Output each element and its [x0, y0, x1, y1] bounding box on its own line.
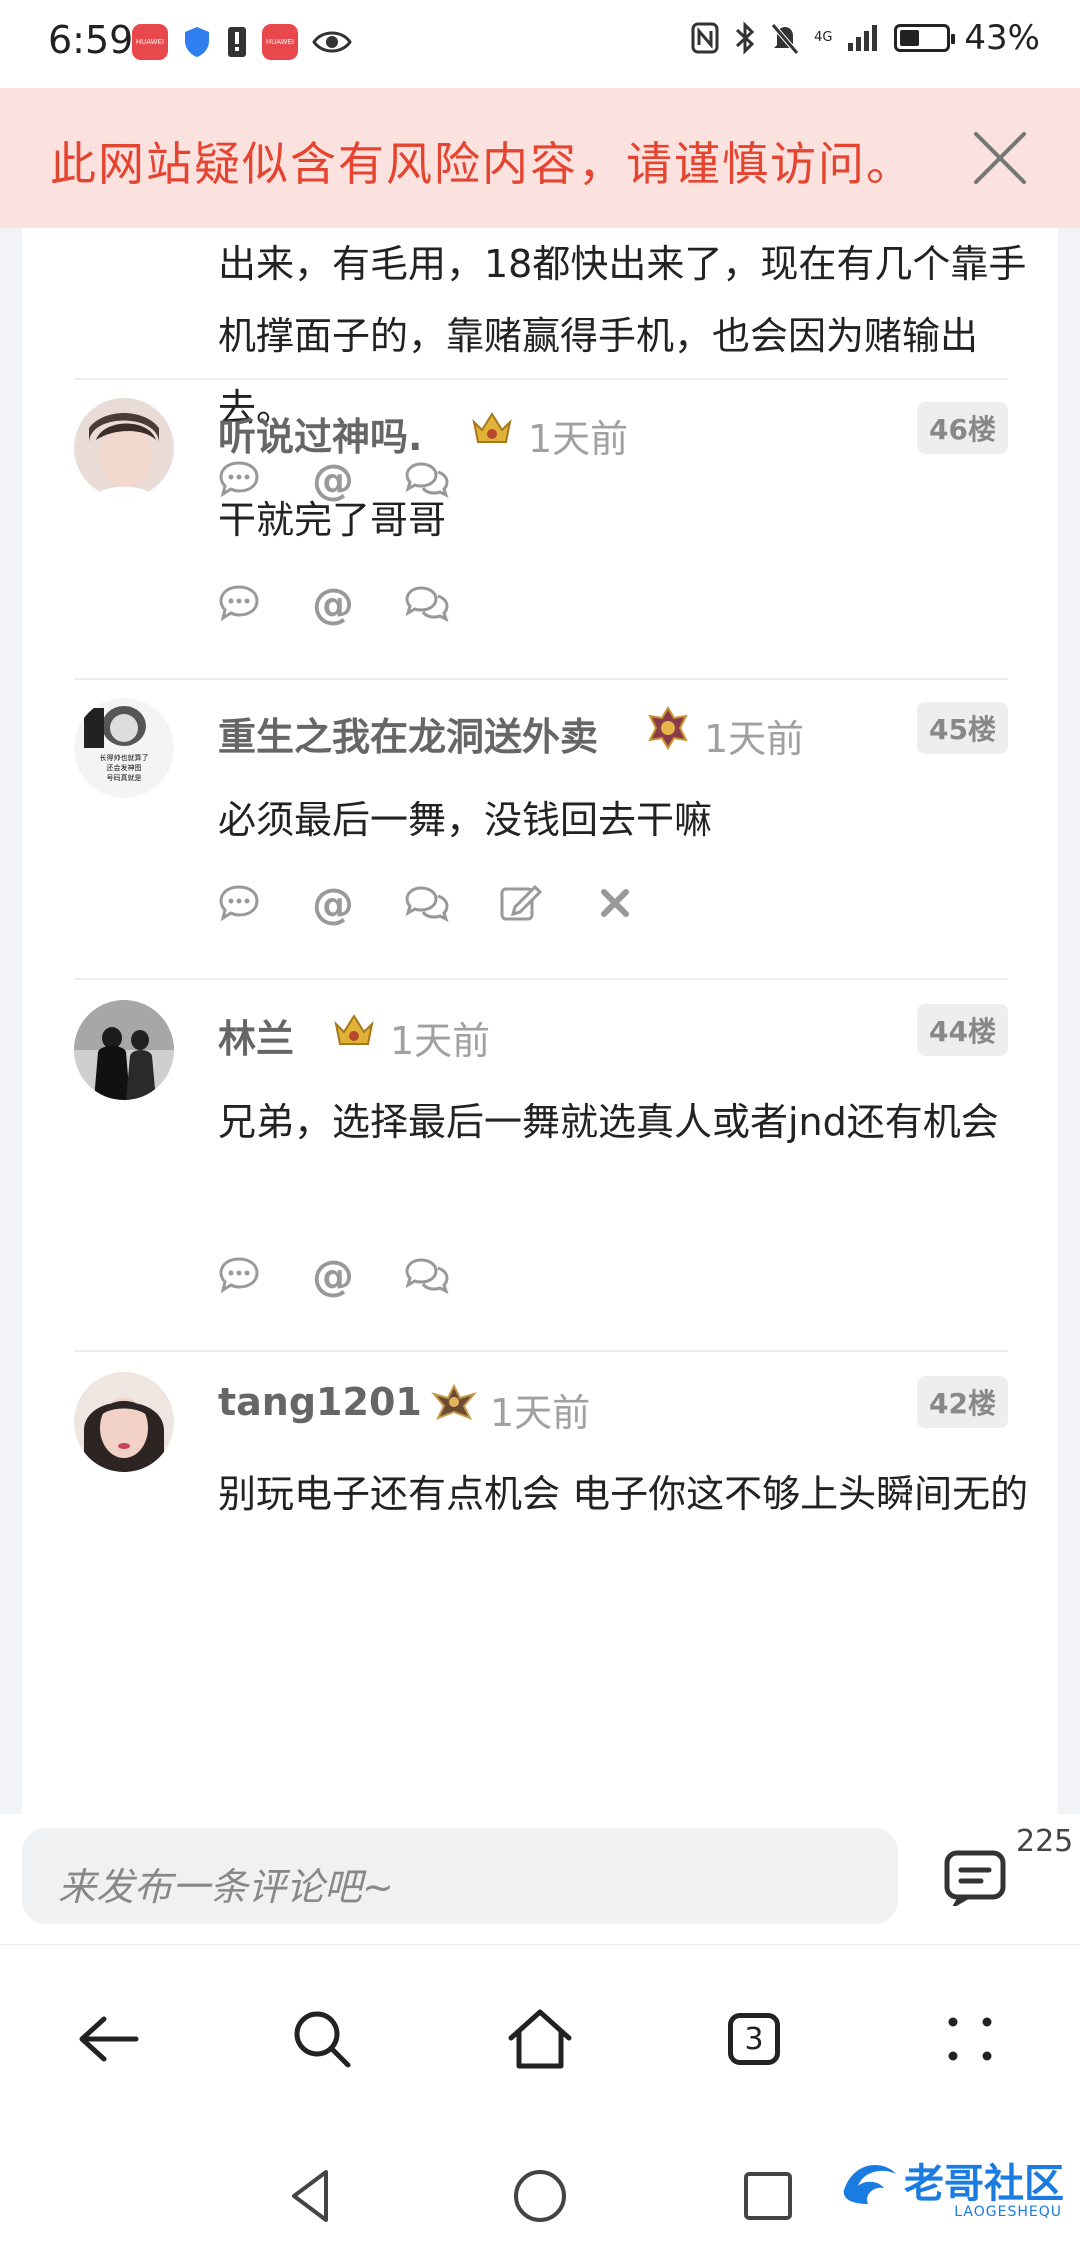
- comment-username[interactable]: 听说过神吗.: [218, 406, 422, 461]
- avatar[interactable]: [74, 1000, 174, 1100]
- comment-time: 1天前: [390, 1019, 491, 1063]
- comment-text: 干就完了哥哥: [218, 498, 447, 542]
- battery-icon: [894, 24, 956, 52]
- crown-badge-icon: [330, 1006, 378, 1054]
- comment-time: 1天前: [528, 417, 629, 461]
- at-icon[interactable]: @: [310, 579, 356, 628]
- search-icon[interactable]: [282, 1999, 362, 2079]
- comment-placeholder: 来发布一条评论吧~: [58, 1865, 394, 1909]
- system-recents-icon[interactable]: [738, 2166, 798, 2226]
- divider: [74, 1350, 1008, 1352]
- speech-bubble-icon[interactable]: [216, 580, 262, 626]
- avatar[interactable]: [74, 398, 174, 498]
- huawei-app-icon: HUAWEI: [132, 24, 168, 60]
- eye-icon: [312, 31, 352, 53]
- avatar-caption: 长得帅也就算了: [100, 753, 149, 762]
- comment-username[interactable]: 林兰: [218, 1008, 294, 1063]
- browser-nav: 3: [0, 1944, 1080, 2145]
- floor-badge: 42楼: [917, 1376, 1008, 1428]
- avatar[interactable]: 长得帅也就算了 还会发神图 号码真就是: [74, 698, 174, 798]
- double-bubble-icon[interactable]: [404, 880, 450, 926]
- home-icon[interactable]: [500, 1999, 580, 2079]
- divider: [74, 378, 1008, 380]
- battery-fill: [900, 30, 920, 46]
- comment-actions: @: [216, 579, 450, 628]
- nfc-icon: [691, 22, 719, 54]
- comment-text: 必须最后一舞，没钱回去干嘛: [218, 798, 713, 842]
- floor-badge: 44楼: [917, 1004, 1008, 1056]
- at-icon[interactable]: @: [310, 879, 356, 928]
- comment-list: 出来，有毛用，18都快出来了，现在有几个靠手机撑面子的，靠赌赢得手机，也会因为赌…: [22, 228, 1058, 1814]
- sim-alert-icon: [228, 27, 246, 57]
- tab-count: 3: [728, 2013, 780, 2065]
- at-icon[interactable]: @: [310, 1251, 356, 1300]
- comment-text: 别玩电子还有点机会 电子你这不够上头瞬间无的: [218, 1472, 1029, 1516]
- avatar-caption: 还会发神图: [107, 763, 142, 772]
- risk-warning-banner: 此网站疑似含有风险内容，请谨慎访问。: [0, 88, 1080, 228]
- divider: [74, 978, 1008, 980]
- comment-username[interactable]: 重生之我在龙洞送外卖: [218, 706, 598, 761]
- speech-bubble-icon[interactable]: [216, 1252, 262, 1298]
- shield-icon: [185, 27, 209, 57]
- bluetooth-icon: [736, 21, 755, 55]
- comment-count: 225: [1016, 1824, 1074, 1859]
- edit-icon[interactable]: [498, 880, 544, 926]
- dragon-logo-icon: [843, 2164, 896, 2204]
- floor-badge: 45楼: [917, 702, 1008, 754]
- double-bubble-icon[interactable]: [404, 1252, 450, 1298]
- crown-badge-icon: [468, 404, 516, 452]
- system-home-icon[interactable]: [510, 2166, 570, 2226]
- warning-text: 此网站疑似含有风险内容，请谨慎访问。: [50, 137, 914, 191]
- emblem-badge-icon: [644, 704, 692, 752]
- comment-time: 1天前: [704, 717, 805, 761]
- comments-icon[interactable]: [944, 1850, 1006, 1910]
- watermark-text: 老哥社区: [904, 2161, 1064, 2207]
- more-options-icon[interactable]: [930, 1999, 1010, 2079]
- close-icon[interactable]: [592, 880, 638, 926]
- comment-input[interactable]: 来发布一条评论吧~: [22, 1828, 898, 1924]
- double-bubble-icon[interactable]: [404, 580, 450, 626]
- comment-actions: @: [216, 879, 638, 928]
- back-arrow-icon[interactable]: [68, 1999, 148, 2079]
- avatar[interactable]: [74, 1372, 174, 1472]
- avatar-caption: 号码真就是: [107, 773, 142, 782]
- status-left-icons: HUAWEI HUAWEI: [132, 24, 352, 60]
- comment-bar: 来发布一条评论吧~ 225: [0, 1814, 1080, 1944]
- divider: [74, 678, 1008, 680]
- comment-time: 1天前: [490, 1391, 591, 1435]
- mute-icon: [771, 23, 799, 55]
- comment-actions: @: [216, 1251, 450, 1300]
- comment-username[interactable]: tang1201: [218, 1380, 422, 1424]
- comment-text: 兄弟，选择最后一舞就选真人或者jnd还有机会: [218, 1100, 999, 1144]
- wing-badge-icon: [430, 1378, 478, 1426]
- speech-bubble-icon[interactable]: [216, 880, 262, 926]
- watermark-logo: 老哥社区: [834, 2150, 1064, 2210]
- close-icon[interactable]: [970, 128, 1030, 188]
- status-bar: 6:59 HUAWEI HUAWEI 4G 43%: [0, 0, 1080, 88]
- floor-badge: 46楼: [917, 402, 1008, 454]
- network-type-label: 4G: [814, 30, 833, 45]
- tabs-button[interactable]: 3: [714, 1999, 794, 2079]
- status-right-icons: 4G 43%: [690, 18, 1040, 58]
- huawei-app-icon-2: HUAWEI: [262, 24, 298, 60]
- signal-icon: [848, 25, 878, 51]
- system-back-icon[interactable]: [282, 2166, 342, 2226]
- status-time: 6:59: [48, 18, 134, 62]
- battery-percent: 43%: [964, 18, 1040, 58]
